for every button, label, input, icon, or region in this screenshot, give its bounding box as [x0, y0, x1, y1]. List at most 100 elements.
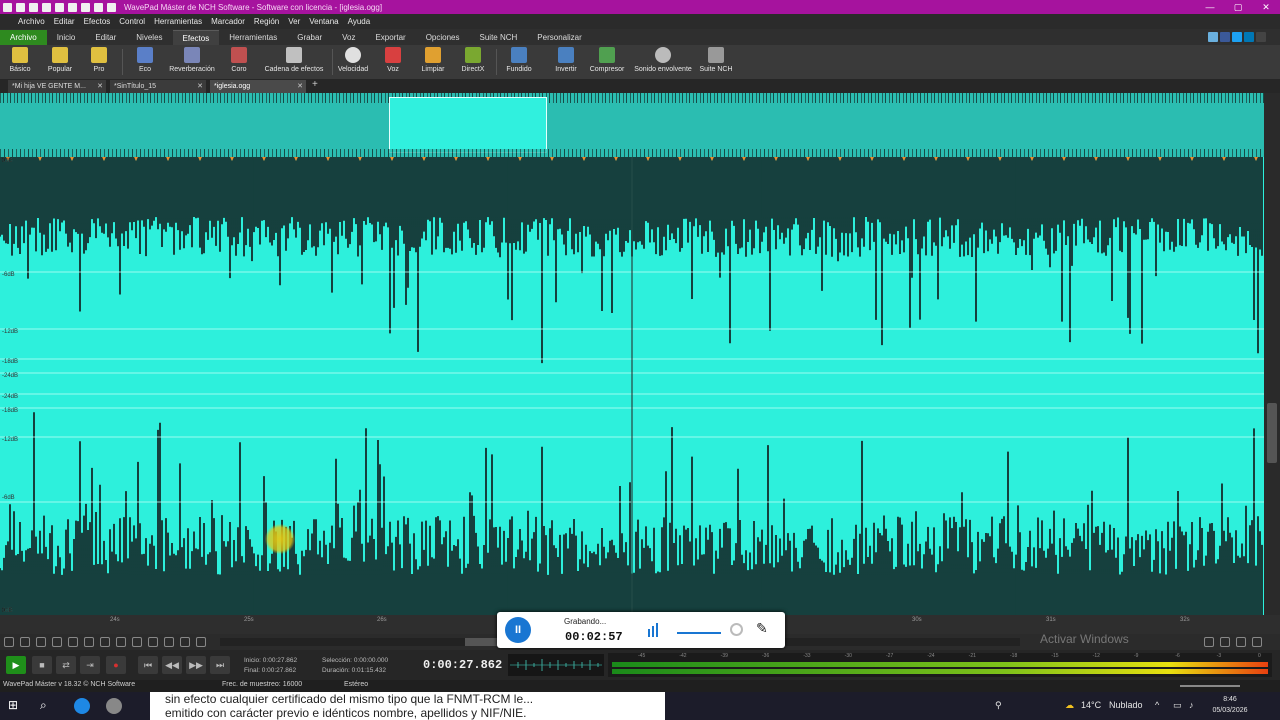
coro-button[interactable]: Coro	[226, 47, 252, 73]
doc-tab-1[interactable]: *Mi hija VE GENTE M... ✕	[8, 80, 106, 93]
popular-button[interactable]: Popular	[44, 47, 76, 73]
menu-ver[interactable]: Ver	[288, 17, 300, 26]
fit-icon[interactable]	[196, 637, 206, 647]
fundido-button[interactable]: Fundido	[504, 47, 534, 73]
zoom-out-icon[interactable]	[1220, 637, 1230, 647]
directx-button[interactable]: DirectX	[458, 47, 488, 73]
menu-marcador[interactable]: Marcador	[211, 17, 245, 26]
zoom-full-icon[interactable]	[1252, 637, 1262, 647]
add-tab-icon[interactable]: +	[312, 79, 318, 90]
tab-niveles[interactable]: Niveles	[126, 30, 172, 45]
snap-icon[interactable]	[132, 637, 142, 647]
voz-button[interactable]: Voz	[380, 47, 406, 73]
open-folder-icon[interactable]	[29, 2, 38, 12]
menu-ayuda[interactable]: Ayuda	[348, 17, 371, 26]
scroll-thumb[interactable]	[1267, 403, 1277, 463]
doc-tab-2[interactable]: *SinTítulo_15 ✕	[110, 80, 206, 93]
tab-suite-nch[interactable]: Suite NCH	[470, 30, 528, 45]
windows-start-icon[interactable]: ⊞	[8, 698, 24, 714]
play-from-start-button[interactable]: ⇥	[80, 656, 100, 674]
doc-tab-3[interactable]: *iglesia.ogg ✕	[210, 80, 306, 93]
zoom-tool-icon[interactable]	[4, 637, 14, 647]
marker-icon[interactable]	[100, 637, 110, 647]
close-tab-icon[interactable]: ✕	[297, 80, 303, 93]
help-icon[interactable]	[1256, 32, 1266, 42]
minimize-button[interactable]: —	[1196, 0, 1224, 14]
facebook-icon[interactable]	[1220, 32, 1230, 42]
close-tab-icon[interactable]: ✕	[197, 80, 203, 93]
menu-herramientas[interactable]: Herramientas	[154, 17, 202, 26]
paste-icon[interactable]	[81, 2, 90, 12]
menu-archivo[interactable]: Archivo	[18, 17, 45, 26]
loop-button[interactable]: ⇄	[56, 656, 76, 674]
split-tool-icon[interactable]	[68, 637, 78, 647]
menu-control[interactable]: Control	[119, 17, 145, 26]
rewind-button[interactable]: ◀◀	[162, 656, 182, 674]
tab-exportar[interactable]: Exportar	[365, 30, 415, 45]
menu-ventana[interactable]: Ventana	[309, 17, 338, 26]
volume-slider[interactable]	[677, 632, 721, 634]
tab-personalizar[interactable]: Personalizar	[527, 30, 591, 45]
go-to-end-button[interactable]: ⏭	[210, 656, 230, 674]
close-tab-icon[interactable]: ✕	[97, 80, 103, 93]
maximize-button[interactable]: ▢	[1224, 0, 1252, 14]
invertir-button[interactable]: Invertir	[550, 47, 582, 73]
pencil-tool-icon[interactable]	[20, 637, 30, 647]
fast-forward-button[interactable]: ▶▶	[186, 656, 206, 674]
taskbar-clock[interactable]: 8:46 05/03/2026	[1200, 694, 1260, 716]
redo-icon[interactable]	[107, 2, 116, 12]
search-icon[interactable]: ⌕	[40, 698, 56, 714]
basico-button[interactable]: Básico	[6, 47, 34, 73]
cut-icon[interactable]	[55, 2, 64, 12]
tab-archivo[interactable]: Archivo	[0, 30, 47, 45]
menu-region[interactable]: Región	[254, 17, 279, 26]
edge-browser-icon[interactable]	[74, 698, 90, 714]
sonido-envolvente-button[interactable]: Sonido envolvente	[632, 47, 694, 73]
tab-voz[interactable]: Voz	[332, 30, 365, 45]
reverberacion-button[interactable]: Reverberación	[166, 47, 218, 73]
zoom-selection-icon[interactable]	[1236, 637, 1246, 647]
play-button[interactable]: ▶	[6, 656, 26, 674]
people-icon[interactable]: ⚲	[995, 700, 1002, 711]
copy-icon[interactable]	[68, 2, 77, 12]
limpiar-button[interactable]: Limpiar	[418, 47, 448, 73]
save-icon[interactable]	[42, 2, 51, 12]
twitter-icon[interactable]	[1232, 32, 1242, 42]
close-button[interactable]: ✕	[1252, 0, 1280, 14]
suite-nch-button[interactable]: Suite NCH	[698, 47, 734, 73]
cadena-efectos-button[interactable]: Cadena de efectos	[262, 47, 326, 73]
menu-efectos[interactable]: Efectos	[84, 17, 111, 26]
record-button[interactable]: ●	[106, 656, 126, 674]
undo-icon[interactable]	[94, 2, 103, 12]
go-to-start-button[interactable]: ⏮	[138, 656, 158, 674]
compresor-button[interactable]: Compresor	[589, 47, 625, 73]
search-icon[interactable]	[84, 637, 94, 647]
tab-grabar[interactable]: Grabar	[287, 30, 332, 45]
tab-herramientas[interactable]: Herramientas	[219, 30, 287, 45]
silence-icon[interactable]	[148, 637, 158, 647]
volume-icon[interactable]: ♪	[1189, 700, 1194, 710]
tab-opciones[interactable]: Opciones	[416, 30, 470, 45]
weather-icon[interactable]: ☁	[1065, 700, 1074, 711]
network-icon[interactable]: ▭	[1173, 700, 1182, 711]
tab-inicio[interactable]: Inicio	[47, 30, 86, 45]
audio-level-icon[interactable]	[647, 623, 661, 637]
tab-editar[interactable]: Editar	[85, 30, 126, 45]
new-file-icon[interactable]	[16, 2, 25, 12]
menu-editar[interactable]: Editar	[54, 17, 75, 26]
zoom-in-icon[interactable]	[1204, 637, 1214, 647]
pause-recording-button[interactable]: II	[505, 617, 531, 643]
overview-selection[interactable]	[389, 97, 547, 153]
grid-icon[interactable]	[164, 637, 174, 647]
pro-button[interactable]: Pro	[86, 47, 112, 73]
chevron-up-icon[interactable]: ^	[1155, 700, 1159, 710]
stop-button[interactable]: ■	[32, 656, 52, 674]
draw-pencil-icon[interactable]: ✎	[756, 620, 768, 637]
trim-tool-icon[interactable]	[52, 637, 62, 647]
webcam-icon[interactable]	[730, 623, 743, 636]
tab-efectos[interactable]: Efectos	[172, 30, 220, 45]
app-icon[interactable]	[3, 2, 12, 12]
linkedin-icon[interactable]	[1244, 32, 1254, 42]
zoom-slider[interactable]	[1180, 685, 1240, 687]
waveform-tool-icon[interactable]	[36, 637, 46, 647]
